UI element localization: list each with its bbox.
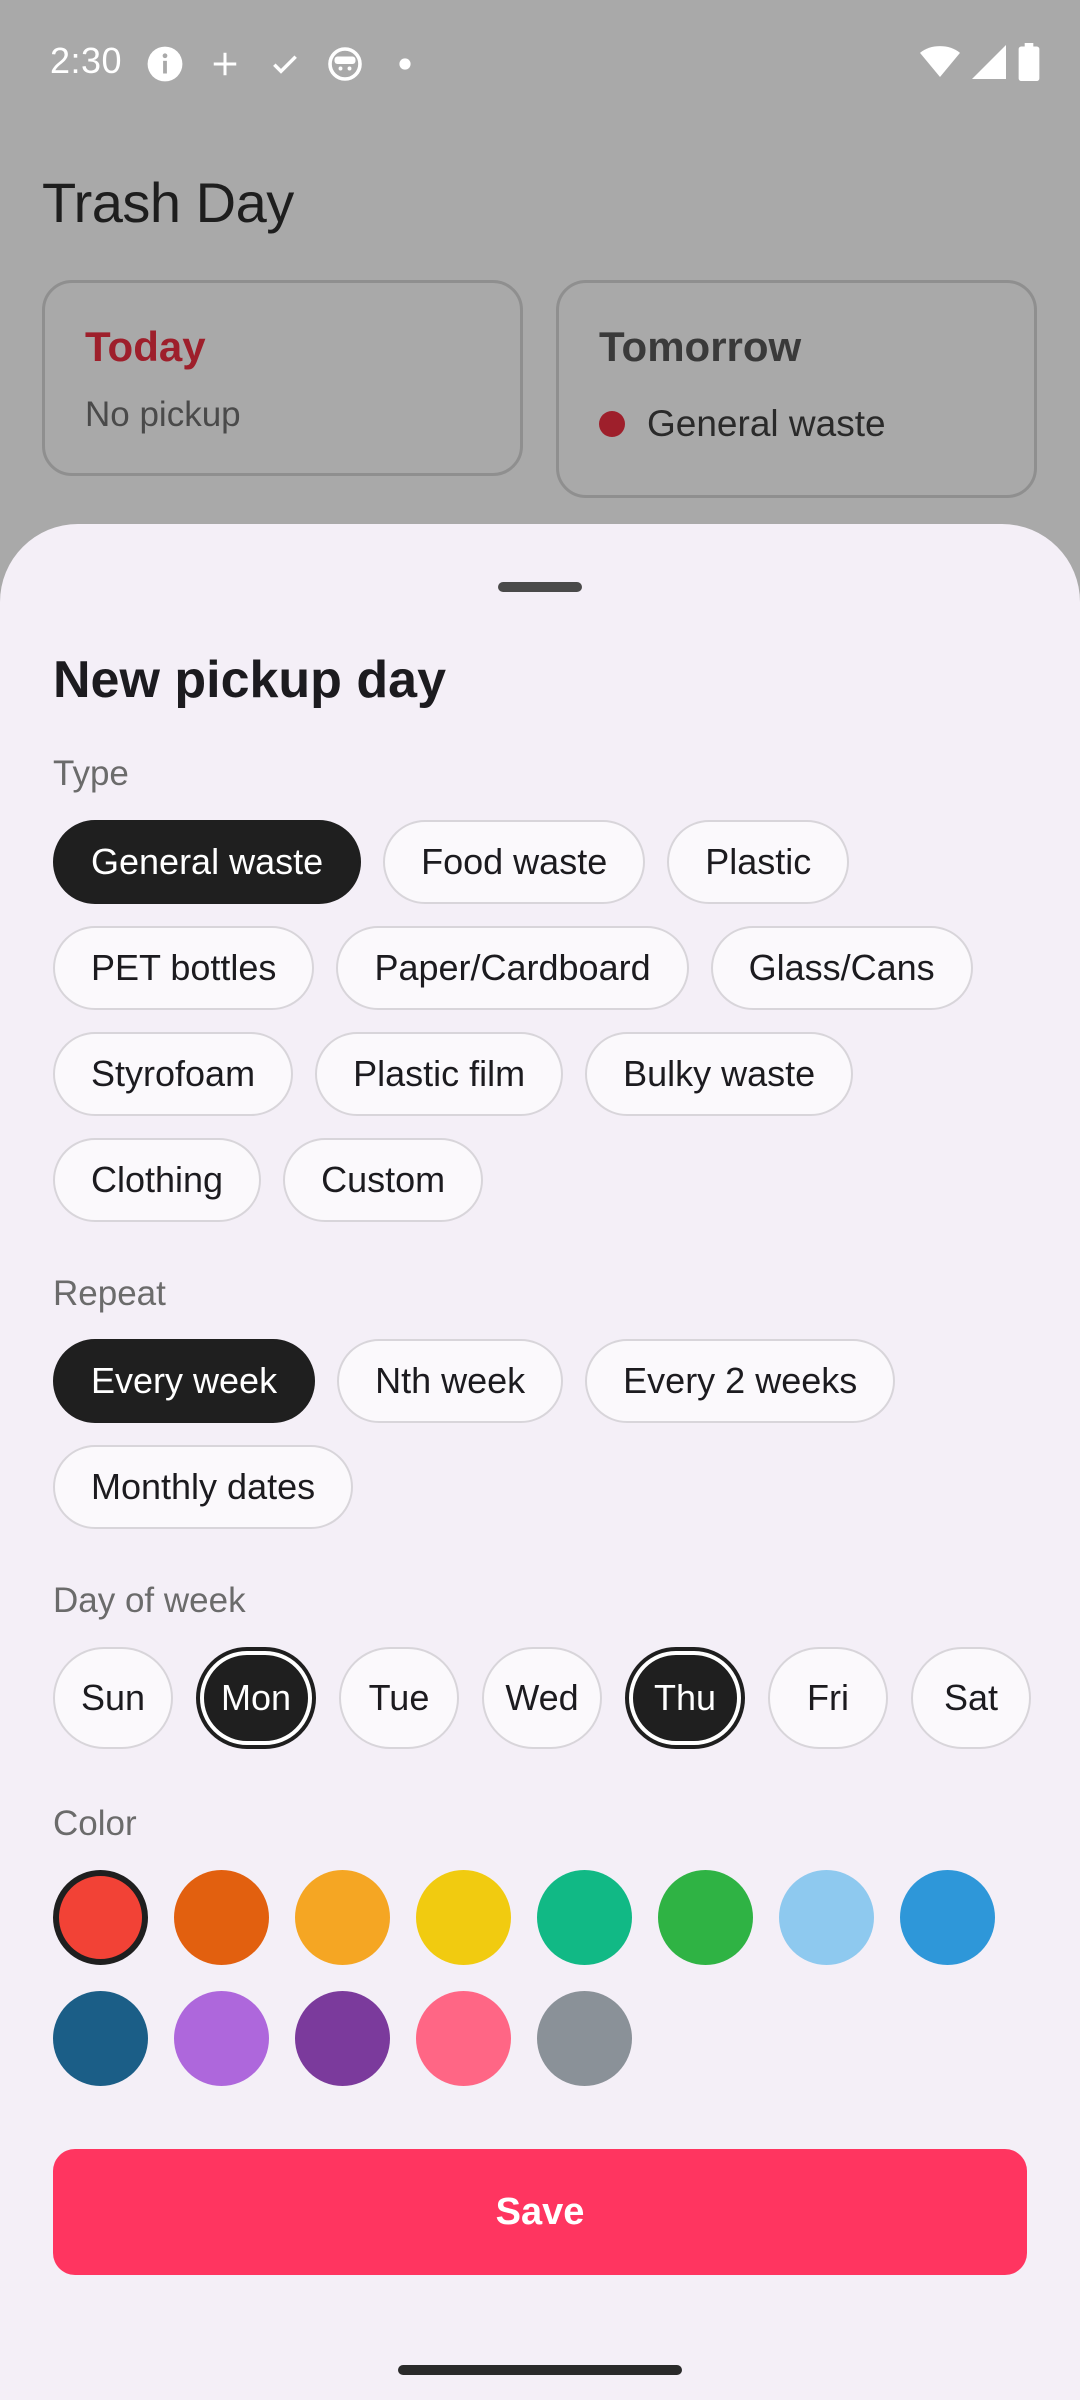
save-button[interactable]: Save [53,2149,1027,2275]
system-icons [920,42,1040,86]
repeat-chip-every-week[interactable]: Every week [53,1339,316,1423]
tomorrow-card[interactable]: Tomorrow General waste [556,280,1037,498]
today-card[interactable]: Today No pickup [42,280,523,476]
color-swatch-lavender[interactable] [174,1991,269,2086]
type-row-2: PET bottles Paper/Cardboard Glass/Cans [53,926,973,1010]
color-row-2 [53,1991,632,2086]
home-indicator[interactable] [398,2365,682,2375]
repeat-chip-nth-week[interactable]: Nth week [337,1339,564,1423]
new-pickup-sheet: New pickup day Type General waste Food w… [0,524,1080,2400]
color-swatch-light-blue[interactable] [779,1870,874,1965]
color-swatch-orange[interactable] [174,1870,269,1965]
day-sat[interactable]: Sat [911,1647,1031,1749]
type-row-4: Clothing Custom [53,1138,484,1222]
drag-handle[interactable] [498,582,582,592]
type-row-3: Styrofoam Plastic film Bulky waste [53,1032,854,1116]
dot-icon [385,44,425,84]
type-chip-clothing[interactable]: Clothing [53,1138,262,1222]
repeat-row-1: Every week Nth week Every 2 weeks [53,1339,896,1423]
battery-icon [1018,42,1040,86]
type-chip-plastic[interactable]: Plastic [667,820,850,904]
type-chip-glass-cans[interactable]: Glass/Cans [710,926,973,1010]
signal-icon [972,44,1006,84]
today-heading: Today [85,323,206,370]
repeat-row-2: Monthly dates [53,1445,354,1529]
color-swatch-green[interactable] [658,1870,753,1965]
app-title: Trash Day [42,171,294,234]
day-thu[interactable]: Thu [625,1647,745,1749]
plus-icon [205,44,245,84]
android-icon [325,44,365,84]
type-chip-plastic-film[interactable]: Plastic film [315,1032,564,1116]
notification-icons [145,44,425,84]
day-wed[interactable]: Wed [482,1647,602,1749]
color-swatch-purple[interactable] [295,1991,390,2086]
type-chip-general-waste[interactable]: General waste [53,820,362,904]
tomorrow-item-label: General waste [647,403,886,444]
day-tue[interactable]: Tue [339,1647,459,1749]
repeat-chip-every-2-weeks[interactable]: Every 2 weeks [585,1339,896,1423]
color-swatch-pink[interactable] [416,1991,511,2086]
color-row-1 [53,1870,995,1965]
tomorrow-item: General waste [599,403,886,445]
type-chip-bulky-waste[interactable]: Bulky waste [585,1032,854,1116]
color-swatch-blue[interactable] [900,1870,995,1965]
repeat-chip-monthly-dates[interactable]: Monthly dates [53,1445,354,1529]
waste-color-dot [599,411,625,437]
day-mon[interactable]: Mon [196,1647,316,1749]
day-of-week-label: Day of week [53,1581,246,1620]
today-status: No pickup [85,395,241,434]
repeat-label: Repeat [53,1274,166,1313]
type-chip-styrofoam[interactable]: Styrofoam [53,1032,294,1116]
color-swatch-amber[interactable] [295,1870,390,1965]
check-icon [265,44,305,84]
color-swatch-navy[interactable] [53,1991,148,2086]
type-chip-pet-bottles[interactable]: PET bottles [53,926,315,1010]
tomorrow-heading: Tomorrow [599,323,802,370]
day-fri[interactable]: Fri [768,1647,888,1749]
day-of-week-row: Sun Mon Tue Wed Thu Fri Sat [53,1647,1031,1749]
status-time: 2:30 [50,40,123,81]
wifi-icon [920,45,960,84]
color-swatch-yellow[interactable] [416,1870,511,1965]
type-chip-custom[interactable]: Custom [283,1138,484,1222]
type-label: Type [53,754,129,793]
type-chip-paper-cardboard[interactable]: Paper/Cardboard [336,926,689,1010]
screen: 2:30 Trash Day Today No pickup Tomorrow … [0,0,1080,2400]
color-label: Color [53,1804,137,1843]
sheet-title: New pickup day [53,651,446,709]
color-swatch-gray[interactable] [537,1991,632,2086]
color-swatch-red[interactable] [53,1870,148,1965]
type-chip-food-waste[interactable]: Food waste [383,820,646,904]
status-bar: 2:30 [0,0,1080,130]
type-row-1: General waste Food waste Plastic [53,820,850,904]
info-icon [145,44,185,84]
day-sun[interactable]: Sun [53,1647,173,1749]
color-swatch-teal[interactable] [537,1870,632,1965]
